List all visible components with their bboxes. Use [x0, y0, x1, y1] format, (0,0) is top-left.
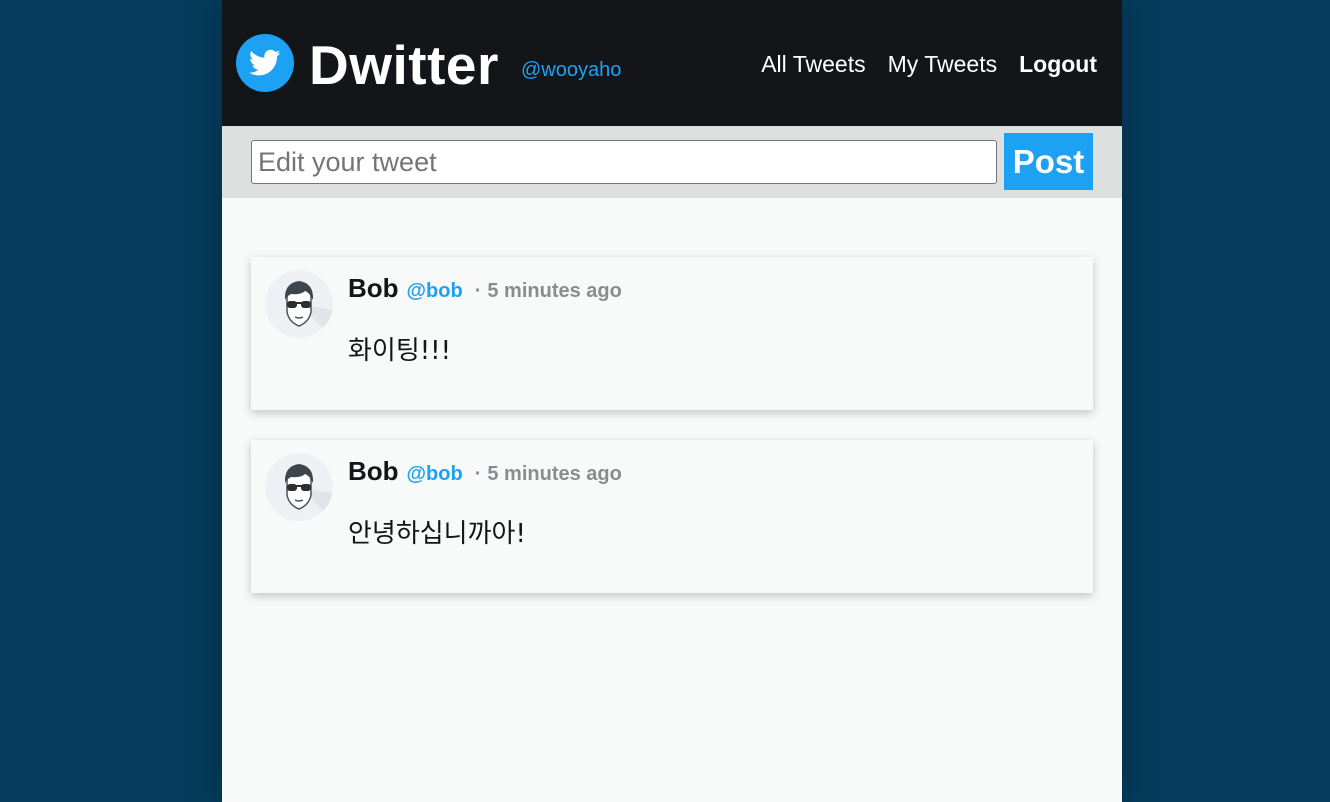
- tweet-editor-bar: Post: [222, 126, 1122, 198]
- author-name: Bob: [348, 273, 399, 303]
- post-button[interactable]: Post: [1004, 133, 1093, 190]
- current-user-handle: @wooyaho: [521, 59, 622, 81]
- meta-separator: ·: [474, 463, 482, 485]
- tweet-feed: Bob @bob · 5 minutes ago 화이팅!!! Bob @bob…: [251, 257, 1093, 623]
- tweet-time: 5 minutes ago: [487, 463, 622, 485]
- tweet-input[interactable]: [251, 140, 997, 184]
- tweet-card: Bob @bob · 5 minutes ago 안녕하십니까아!: [251, 440, 1093, 593]
- tweet-meta: Bob @bob · 5 minutes ago: [348, 456, 622, 487]
- tweet-meta: Bob @bob · 5 minutes ago: [348, 273, 622, 304]
- main-nav: All Tweets My Tweets Logout: [739, 50, 1097, 78]
- author-handle[interactable]: @bob: [407, 463, 463, 486]
- tweet-card: Bob @bob · 5 minutes ago 화이팅!!!: [251, 257, 1093, 410]
- user-avatar-icon: [265, 453, 333, 521]
- brand-title: Dwitter: [309, 34, 499, 96]
- header-bar: Dwitter @wooyaho All Tweets My Tweets Lo…: [222, 0, 1122, 126]
- logout-button[interactable]: Logout: [1019, 50, 1097, 78]
- avatar[interactable]: [265, 270, 333, 338]
- tweet-text: 화이팅!!!: [348, 336, 452, 366]
- bird-glyph: [249, 49, 281, 76]
- nav-my-tweets[interactable]: My Tweets: [888, 50, 998, 78]
- app-container: Dwitter @wooyaho All Tweets My Tweets Lo…: [222, 0, 1122, 802]
- author-name: Bob: [348, 456, 399, 486]
- tweet-text: 안녕하십니까아!: [348, 519, 526, 549]
- avatar[interactable]: [265, 453, 333, 521]
- twitter-bird-icon[interactable]: [236, 34, 294, 92]
- meta-separator: ·: [474, 280, 482, 302]
- tweet-time: 5 minutes ago: [487, 280, 622, 302]
- nav-all-tweets[interactable]: All Tweets: [761, 50, 865, 78]
- user-avatar-icon: [265, 270, 333, 338]
- author-handle[interactable]: @bob: [407, 280, 463, 303]
